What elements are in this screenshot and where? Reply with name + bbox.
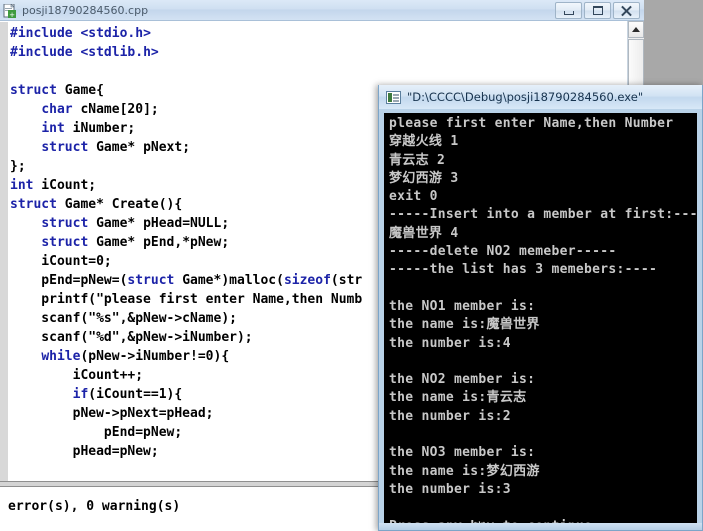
code-token: };: [10, 159, 26, 174]
close-button[interactable]: [613, 2, 640, 19]
console-line: 青云志 2: [389, 152, 446, 168]
code-token: if: [72, 387, 89, 402]
console-line: -----delete NO2 memeber-----: [389, 244, 617, 260]
console-text-lines: please first enter Name,then Number 穿越火线 …: [389, 115, 697, 524]
svg-text:+: +: [9, 11, 15, 18]
console-line: the name is:梦幻西游: [389, 463, 540, 479]
code-token: iCount++;: [10, 368, 144, 383]
console-line: exit 0: [389, 189, 438, 205]
console-window: "D:\CCCC\Debug\posji18790284560.exe" ple…: [378, 85, 703, 531]
maximize-icon: [592, 6, 603, 15]
code-token: #include: [10, 26, 81, 41]
console-line: the number is:3: [389, 481, 511, 497]
code-token: struct: [41, 140, 89, 155]
close-icon: [621, 5, 632, 16]
code-token: pEnd=pNew;: [10, 425, 183, 440]
code-token: Game* pNext;: [88, 140, 191, 155]
code-token: iCount=0;: [10, 254, 112, 269]
console-output-area[interactable]: please first enter Name,then Number 穿越火线 …: [384, 113, 697, 524]
editor-title-text: posji18790284560.cpp: [22, 3, 149, 17]
code-token: (str: [330, 273, 363, 288]
code-token: iCount;: [33, 178, 97, 193]
code-token: (pNew->iNumber!=0){: [80, 349, 230, 364]
window-controls: [555, 2, 640, 19]
scroll-up-button[interactable]: [628, 21, 644, 38]
code-token: pNew->pNext=pHead;: [10, 406, 214, 421]
code-token: cName[20];: [72, 102, 159, 117]
code-token: Game*)malloc(: [174, 273, 284, 288]
console-line: the number is:2: [389, 408, 511, 424]
code-token: struct: [127, 273, 175, 288]
editor-titlebar[interactable]: + posji18790284560.cpp: [0, 0, 644, 21]
code-token: printf("please first enter Name,then Num…: [10, 292, 363, 307]
code-token: char: [41, 102, 73, 117]
code-token: struct: [41, 235, 89, 250]
console-line: please first enter Name,then Number: [389, 116, 674, 131]
code-line: #include <stdlib.h>: [10, 43, 610, 62]
code-token: (iCount==1){: [88, 387, 183, 402]
console-line: 魔兽世界 4: [389, 225, 459, 241]
cpp-file-icon: +: [3, 3, 17, 19]
code-token: scanf("%s",&pNew->cName);: [10, 311, 237, 326]
minimize-button[interactable]: [555, 2, 582, 19]
code-token: pEnd=pNew=(: [10, 273, 128, 288]
console-title-text: "D:\CCCC\Debug\posji18790284560.exe": [407, 90, 644, 104]
code-token: Game* pHead=NULL;: [88, 216, 230, 231]
code-token: Game* Create(){: [56, 197, 183, 212]
code-token: iNumber;: [64, 121, 136, 136]
console-line: the NO3 member is:: [389, 445, 536, 461]
console-line: the name is:魔兽世界: [389, 317, 540, 333]
console-line: 穿越火线 1: [389, 134, 459, 150]
code-token: scanf("%d",&pNew->iNumber);: [10, 330, 253, 345]
code-token: while: [41, 349, 81, 364]
code-token: <stdio.h>: [80, 26, 151, 41]
code-token: int: [41, 121, 65, 136]
console-line: -----Insert into a member at first:-----: [389, 207, 697, 223]
console-bottom-edge: [379, 523, 702, 530]
code-token: int: [10, 178, 34, 193]
code-token: sizeof: [283, 273, 331, 288]
console-titlebar[interactable]: "D:\CCCC\Debug\posji18790284560.exe": [379, 85, 702, 109]
code-token: struct: [10, 197, 57, 212]
console-line: 梦幻西游 3: [389, 170, 459, 186]
console-window-icon: [386, 90, 401, 104]
editor-gutter: [0, 22, 9, 482]
build-status-text: error(s), 0 warning(s): [8, 499, 181, 514]
console-line: -----the list has 3 memebers:----: [389, 262, 658, 278]
scroll-up-arrow-icon: [632, 27, 640, 32]
console-line: the number is:4: [389, 335, 511, 351]
console-line: the NO2 member is:: [389, 372, 536, 388]
code-token: <stdlib.h>: [80, 45, 159, 60]
code-token: pHead=pNew;: [10, 444, 159, 459]
code-token: struct: [10, 83, 57, 98]
code-token: #include: [10, 45, 81, 60]
code-token: Game{: [56, 83, 104, 98]
code-line: #include <stdio.h>: [10, 24, 610, 43]
code-token: struct: [41, 216, 89, 231]
screen: + posji18790284560.cpp #include <stdio.h…: [0, 0, 703, 531]
minimize-icon: [563, 10, 574, 15]
console-line: the NO1 member is:: [389, 298, 536, 314]
console-line: the name is:青云志: [389, 390, 527, 406]
maximize-button[interactable]: [584, 2, 611, 19]
code-token: Game* pEnd,*pNew;: [88, 235, 230, 250]
